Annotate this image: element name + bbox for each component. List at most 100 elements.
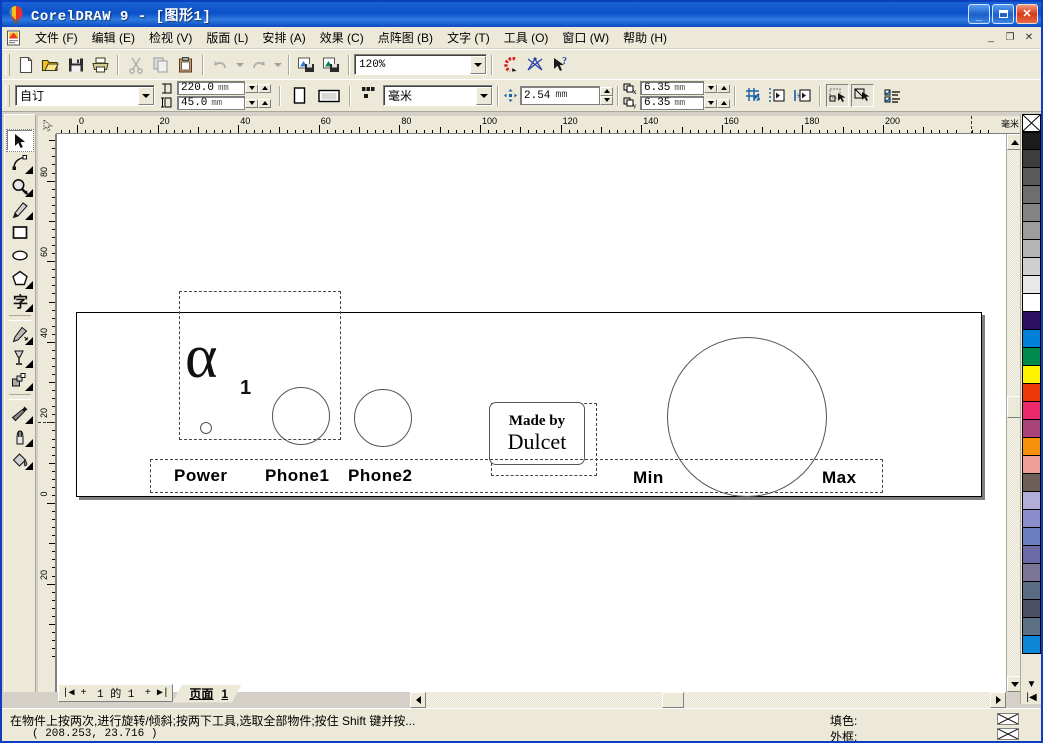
phone2-jack-circle[interactable] xyxy=(354,389,412,447)
outline-tool[interactable] xyxy=(6,425,34,448)
nudge-offset-decrement[interactable] xyxy=(600,96,613,105)
palette-scroll-home-button[interactable]: |◀ xyxy=(1026,691,1036,704)
vertical-ruler[interactable]: 80604020020 xyxy=(38,134,56,692)
zoom-tool[interactable] xyxy=(6,175,34,198)
copy-icon[interactable] xyxy=(149,53,172,76)
ellipse-tool[interactable] xyxy=(6,244,34,267)
wireframe-select-icon[interactable] xyxy=(851,84,874,107)
palette-swatch-17[interactable] xyxy=(1022,438,1041,456)
options-icon[interactable] xyxy=(881,84,904,107)
units-combo[interactable]: 毫米 xyxy=(383,85,493,106)
palette-swatch-22[interactable] xyxy=(1022,528,1041,546)
property-bar-grip[interactable] xyxy=(5,85,10,107)
scroll-right-arrow-icon[interactable] xyxy=(990,692,1006,708)
close-button[interactable]: ✕ xyxy=(1016,4,1038,24)
paper-type-value[interactable]: 自订 xyxy=(20,87,138,104)
flyout-arrow-icon[interactable] xyxy=(25,383,33,391)
flyout-arrow-icon[interactable] xyxy=(25,337,33,345)
toolbar-grip[interactable] xyxy=(5,54,10,76)
flyout-arrow-icon[interactable] xyxy=(25,439,33,447)
palette-swatch-21[interactable] xyxy=(1022,510,1041,528)
menu-file[interactable]: 文件 (F) xyxy=(28,27,85,48)
chevron-down-icon[interactable] xyxy=(470,56,486,74)
palette-swatch-5[interactable] xyxy=(1022,222,1041,240)
snap-to-guides-icon[interactable] xyxy=(766,84,789,107)
snap-to-objects-icon[interactable]: ✳ xyxy=(791,84,814,107)
made-by-badge[interactable]: Made by Dulcet xyxy=(489,402,585,465)
undo-dropdown-arrow-icon[interactable] xyxy=(233,53,246,76)
first-page-button[interactable]: |◀ xyxy=(61,687,76,699)
zoom-level-value[interactable]: 120% xyxy=(359,59,470,71)
page-width-increment[interactable] xyxy=(258,84,271,93)
fill-tool[interactable] xyxy=(6,448,34,471)
outline-swatch[interactable] xyxy=(997,728,1019,740)
units-value[interactable]: 毫米 xyxy=(388,87,476,104)
power-led-circle[interactable] xyxy=(200,422,212,434)
chevron-down-icon[interactable] xyxy=(138,87,154,105)
palette-swatch-26[interactable] xyxy=(1022,600,1041,618)
open-icon[interactable] xyxy=(39,53,62,76)
whats-this-help-icon[interactable]: ? xyxy=(548,53,571,76)
page-width-decrement[interactable] xyxy=(245,84,258,93)
interactive-fill-tool[interactable] xyxy=(6,323,34,346)
palette-swatch-6[interactable] xyxy=(1022,240,1041,258)
scroll-left-arrow-icon[interactable] xyxy=(410,692,426,708)
rectangle-tool[interactable] xyxy=(6,221,34,244)
phone1-jack-circle[interactable] xyxy=(272,387,330,445)
alpha-subscript[interactable]: 1 xyxy=(240,377,251,400)
horizontal-scroll-track[interactable] xyxy=(426,692,990,708)
undo-icon[interactable] xyxy=(209,53,232,76)
alpha-glyph[interactable]: α xyxy=(185,326,217,388)
polygon-tool[interactable] xyxy=(6,267,34,290)
palette-swatch-28[interactable] xyxy=(1022,636,1041,654)
page-height-decrement[interactable] xyxy=(245,99,258,108)
no-color-icon[interactable] xyxy=(1022,114,1041,132)
page-height-increment[interactable] xyxy=(258,99,271,108)
fill-swatch[interactable] xyxy=(997,713,1019,725)
drawing-canvas[interactable]: α 1 Made by Dulcet Power Phone1 Phone2 M… xyxy=(56,134,1006,692)
redo-dropdown-arrow-icon[interactable] xyxy=(271,53,284,76)
palette-swatch-0[interactable] xyxy=(1022,132,1041,150)
palette-swatch-8[interactable] xyxy=(1022,276,1041,294)
duplicate-y-decrement[interactable] xyxy=(704,99,717,108)
export-icon[interactable] xyxy=(320,53,343,76)
landscape-icon[interactable] xyxy=(314,84,344,108)
palette-swatch-15[interactable] xyxy=(1022,402,1041,420)
palette-swatch-9[interactable] xyxy=(1022,294,1041,312)
cut-icon[interactable] xyxy=(124,53,147,76)
flyout-arrow-icon[interactable] xyxy=(25,189,33,197)
nudge-offset-increment[interactable] xyxy=(600,87,613,96)
palette-swatch-25[interactable] xyxy=(1022,582,1041,600)
selection-box-labels-row[interactable] xyxy=(150,459,883,493)
palette-swatch-20[interactable] xyxy=(1022,492,1041,510)
menu-window[interactable]: 窗口 (W) xyxy=(555,27,616,48)
insert-page-after-button[interactable]: + xyxy=(140,688,155,699)
color-palette[interactable]: ▼ |◀ xyxy=(1020,114,1041,704)
page-height-field[interactable]: 45.0 mm xyxy=(177,96,245,110)
flyout-arrow-icon[interactable] xyxy=(25,462,33,470)
minimize-button[interactable]: _ xyxy=(968,4,990,24)
pick-tool[interactable] xyxy=(6,129,34,152)
zoom-level-combo[interactable]: 120% xyxy=(354,54,487,75)
flyout-arrow-icon[interactable] xyxy=(25,281,33,289)
page-width-field[interactable]: 220.0 mm xyxy=(177,81,245,95)
palette-swatch-13[interactable] xyxy=(1022,366,1041,384)
palette-swatch-14[interactable] xyxy=(1022,384,1041,402)
interactive-blend-tool[interactable] xyxy=(6,369,34,392)
corel-scripts-icon[interactable] xyxy=(523,53,546,76)
chevron-down-icon[interactable] xyxy=(476,87,492,105)
menu-view[interactable]: 检视 (V) xyxy=(142,27,199,48)
paper-type-combo[interactable]: 自订 xyxy=(15,85,155,106)
palette-swatch-23[interactable] xyxy=(1022,546,1041,564)
flyout-arrow-icon[interactable] xyxy=(25,360,33,368)
save-icon[interactable] xyxy=(64,53,87,76)
duplicate-y-field[interactable]: 6.35 mm xyxy=(640,96,704,110)
flyout-arrow-icon[interactable] xyxy=(25,416,33,424)
palette-swatch-3[interactable] xyxy=(1022,186,1041,204)
flyout-arrow-icon[interactable] xyxy=(25,166,33,174)
redo-icon[interactable] xyxy=(247,53,270,76)
import-icon[interactable] xyxy=(295,53,318,76)
label-min[interactable]: Min xyxy=(633,468,664,488)
horizontal-scrollbar[interactable] xyxy=(410,692,1006,708)
palette-swatch-1[interactable] xyxy=(1022,150,1041,168)
